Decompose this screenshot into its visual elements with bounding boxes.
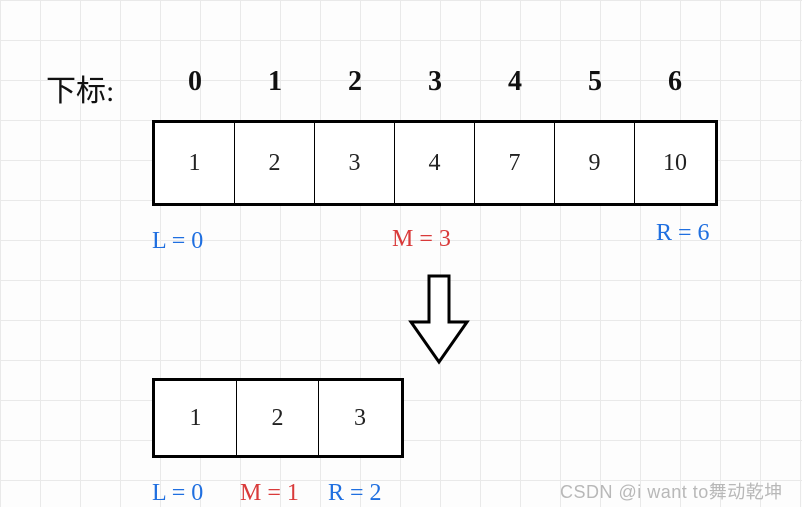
step2-L: L = 0 — [152, 480, 203, 507]
step1-M: M = 3 — [392, 226, 451, 253]
cell-5: 9 — [555, 123, 635, 203]
index-3: 3 — [395, 66, 475, 98]
down-arrow-icon — [405, 272, 473, 368]
array-2: 1 2 3 — [152, 378, 404, 458]
array-1: 1 2 3 4 7 9 10 — [152, 120, 718, 206]
index-row: 0 1 2 3 4 5 6 — [155, 66, 715, 98]
cell-4: 7 — [475, 123, 555, 203]
step1-L: L = 0 — [152, 228, 203, 255]
cell-3: 4 — [395, 123, 475, 203]
step2-M: M = 1 — [240, 480, 299, 507]
cell-0: 1 — [155, 123, 235, 203]
index-4: 4 — [475, 66, 555, 98]
index-2: 2 — [315, 66, 395, 98]
cell2-2: 3 — [319, 381, 401, 455]
watermark: CSDN @i want to舞动乾坤 — [560, 478, 783, 504]
cell2-1: 2 — [237, 381, 319, 455]
cell-2: 3 — [315, 123, 395, 203]
cell-6: 10 — [635, 123, 715, 203]
cell2-0: 1 — [155, 381, 237, 455]
index-1: 1 — [235, 66, 315, 98]
index-5: 5 — [555, 66, 635, 98]
index-6: 6 — [635, 66, 715, 98]
cell-1: 2 — [235, 123, 315, 203]
step1-R: R = 6 — [656, 220, 710, 247]
index-0: 0 — [155, 66, 235, 98]
step2-R: R = 2 — [328, 480, 382, 507]
index-label: 下标: — [46, 66, 114, 110]
